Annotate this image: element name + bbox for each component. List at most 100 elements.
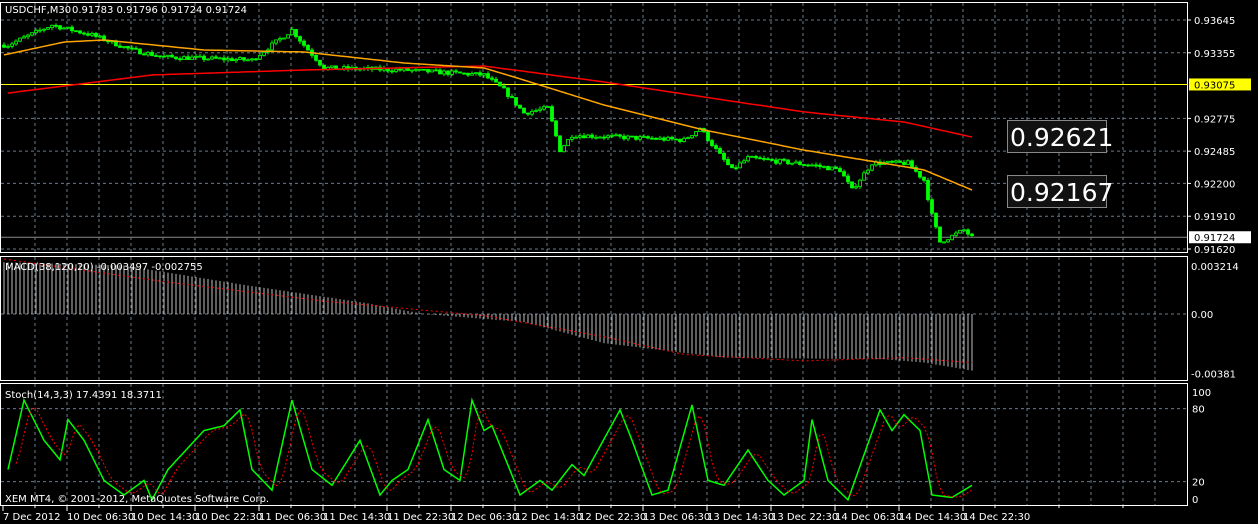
candle [258,54,262,60]
candle [886,160,890,163]
candle [70,26,74,32]
candle [586,134,590,139]
candle [582,135,586,139]
slow-ma-line [7,65,973,138]
candle [890,160,894,163]
trading-chart[interactable]: USDCHF,M30 0.91783 0.91796 0.91724 0.917… [0,0,1258,524]
candle [606,135,610,138]
candle [542,106,546,110]
candle [734,167,738,170]
candle [410,69,414,72]
candle [822,166,826,168]
candle [282,37,286,40]
stoch-axis-label: 20 [1192,478,1205,489]
candle [862,172,866,181]
candle [138,48,142,55]
candle [678,138,682,142]
candle [854,186,858,189]
stoch-signal-line [15,407,973,498]
candle [846,175,850,183]
candle [142,53,146,56]
candle [198,55,202,58]
candle [190,56,194,60]
candle [902,161,906,165]
candle [314,54,318,61]
stoch-main-line [7,397,973,502]
time-axis-label: 14 Dec 14:30 [899,512,966,523]
price-box-fast-ma-value: 0.92167 [1010,178,1113,207]
candle [254,58,258,61]
candle [894,160,898,163]
candle [250,58,254,61]
candle [754,155,758,159]
candle [814,164,818,167]
candle [570,136,574,140]
candle [622,135,626,140]
price-box-fast-ma: 0.92167 [1007,175,1113,208]
candle [294,29,298,38]
candle [118,45,122,48]
candle [866,169,870,174]
candle [98,35,102,38]
candle [90,32,94,36]
candle [934,212,938,228]
candle [486,73,490,79]
candle [522,107,526,114]
time-axis-label: 14 Dec 06:30 [835,512,902,523]
candle [922,176,926,181]
candle [942,241,946,244]
candle [834,166,838,169]
candle [562,145,566,153]
time-axis-label: 12 Dec 14:30 [515,512,582,523]
candle [634,135,638,140]
candle [738,162,742,169]
candle [214,56,218,59]
candle [494,78,498,83]
time-axis-label: 11 Dec 22:30 [387,512,454,523]
candle [158,55,162,58]
stoch-axis-label: 100 [1192,388,1211,399]
time-axis-label: 13 Dec 22:30 [771,512,838,523]
time-axis-label: 11 Dec 14:30 [323,512,390,523]
candle [182,56,186,60]
macd-axis-label: 0.003214 [1191,262,1239,273]
candle [82,32,86,35]
copyright-label: XEM MT4, © 2001-2012, MetaQuotes Softwar… [5,494,269,505]
candle [558,135,562,153]
candle [30,32,34,36]
candle [590,134,594,138]
candle [46,27,50,30]
candle [222,57,226,61]
candle [794,161,798,164]
candle [462,72,466,75]
candle [2,44,6,48]
price-axis-label: 0.92200 [1194,179,1235,190]
candle [18,37,22,42]
candle [534,110,538,112]
candle [782,158,786,161]
candle [394,68,398,72]
macd-panel-frame [0,256,1188,381]
candle [766,158,770,161]
time-axis-label: 13 Dec 06:30 [643,512,710,523]
candle [830,166,834,171]
candle [474,72,478,75]
candle [626,135,630,140]
candle [618,134,622,137]
candle [774,159,778,164]
candle [610,134,614,137]
time-axis-label: 13 Dec 14:30 [707,512,774,523]
candle [938,226,942,243]
time-axis-label: 7 Dec 2012 [3,512,61,523]
candle [478,72,482,76]
price-box-slow-ma: 0.92621 [1007,120,1113,153]
candle [506,87,510,97]
time-axis-label: 12 Dec 06:30 [451,512,518,523]
candle [274,39,278,44]
candle [126,45,130,49]
candle [170,54,174,58]
candle [790,162,794,165]
price-axis-label: 0.91910 [1194,212,1235,223]
candle [146,51,150,56]
candle [870,164,874,171]
